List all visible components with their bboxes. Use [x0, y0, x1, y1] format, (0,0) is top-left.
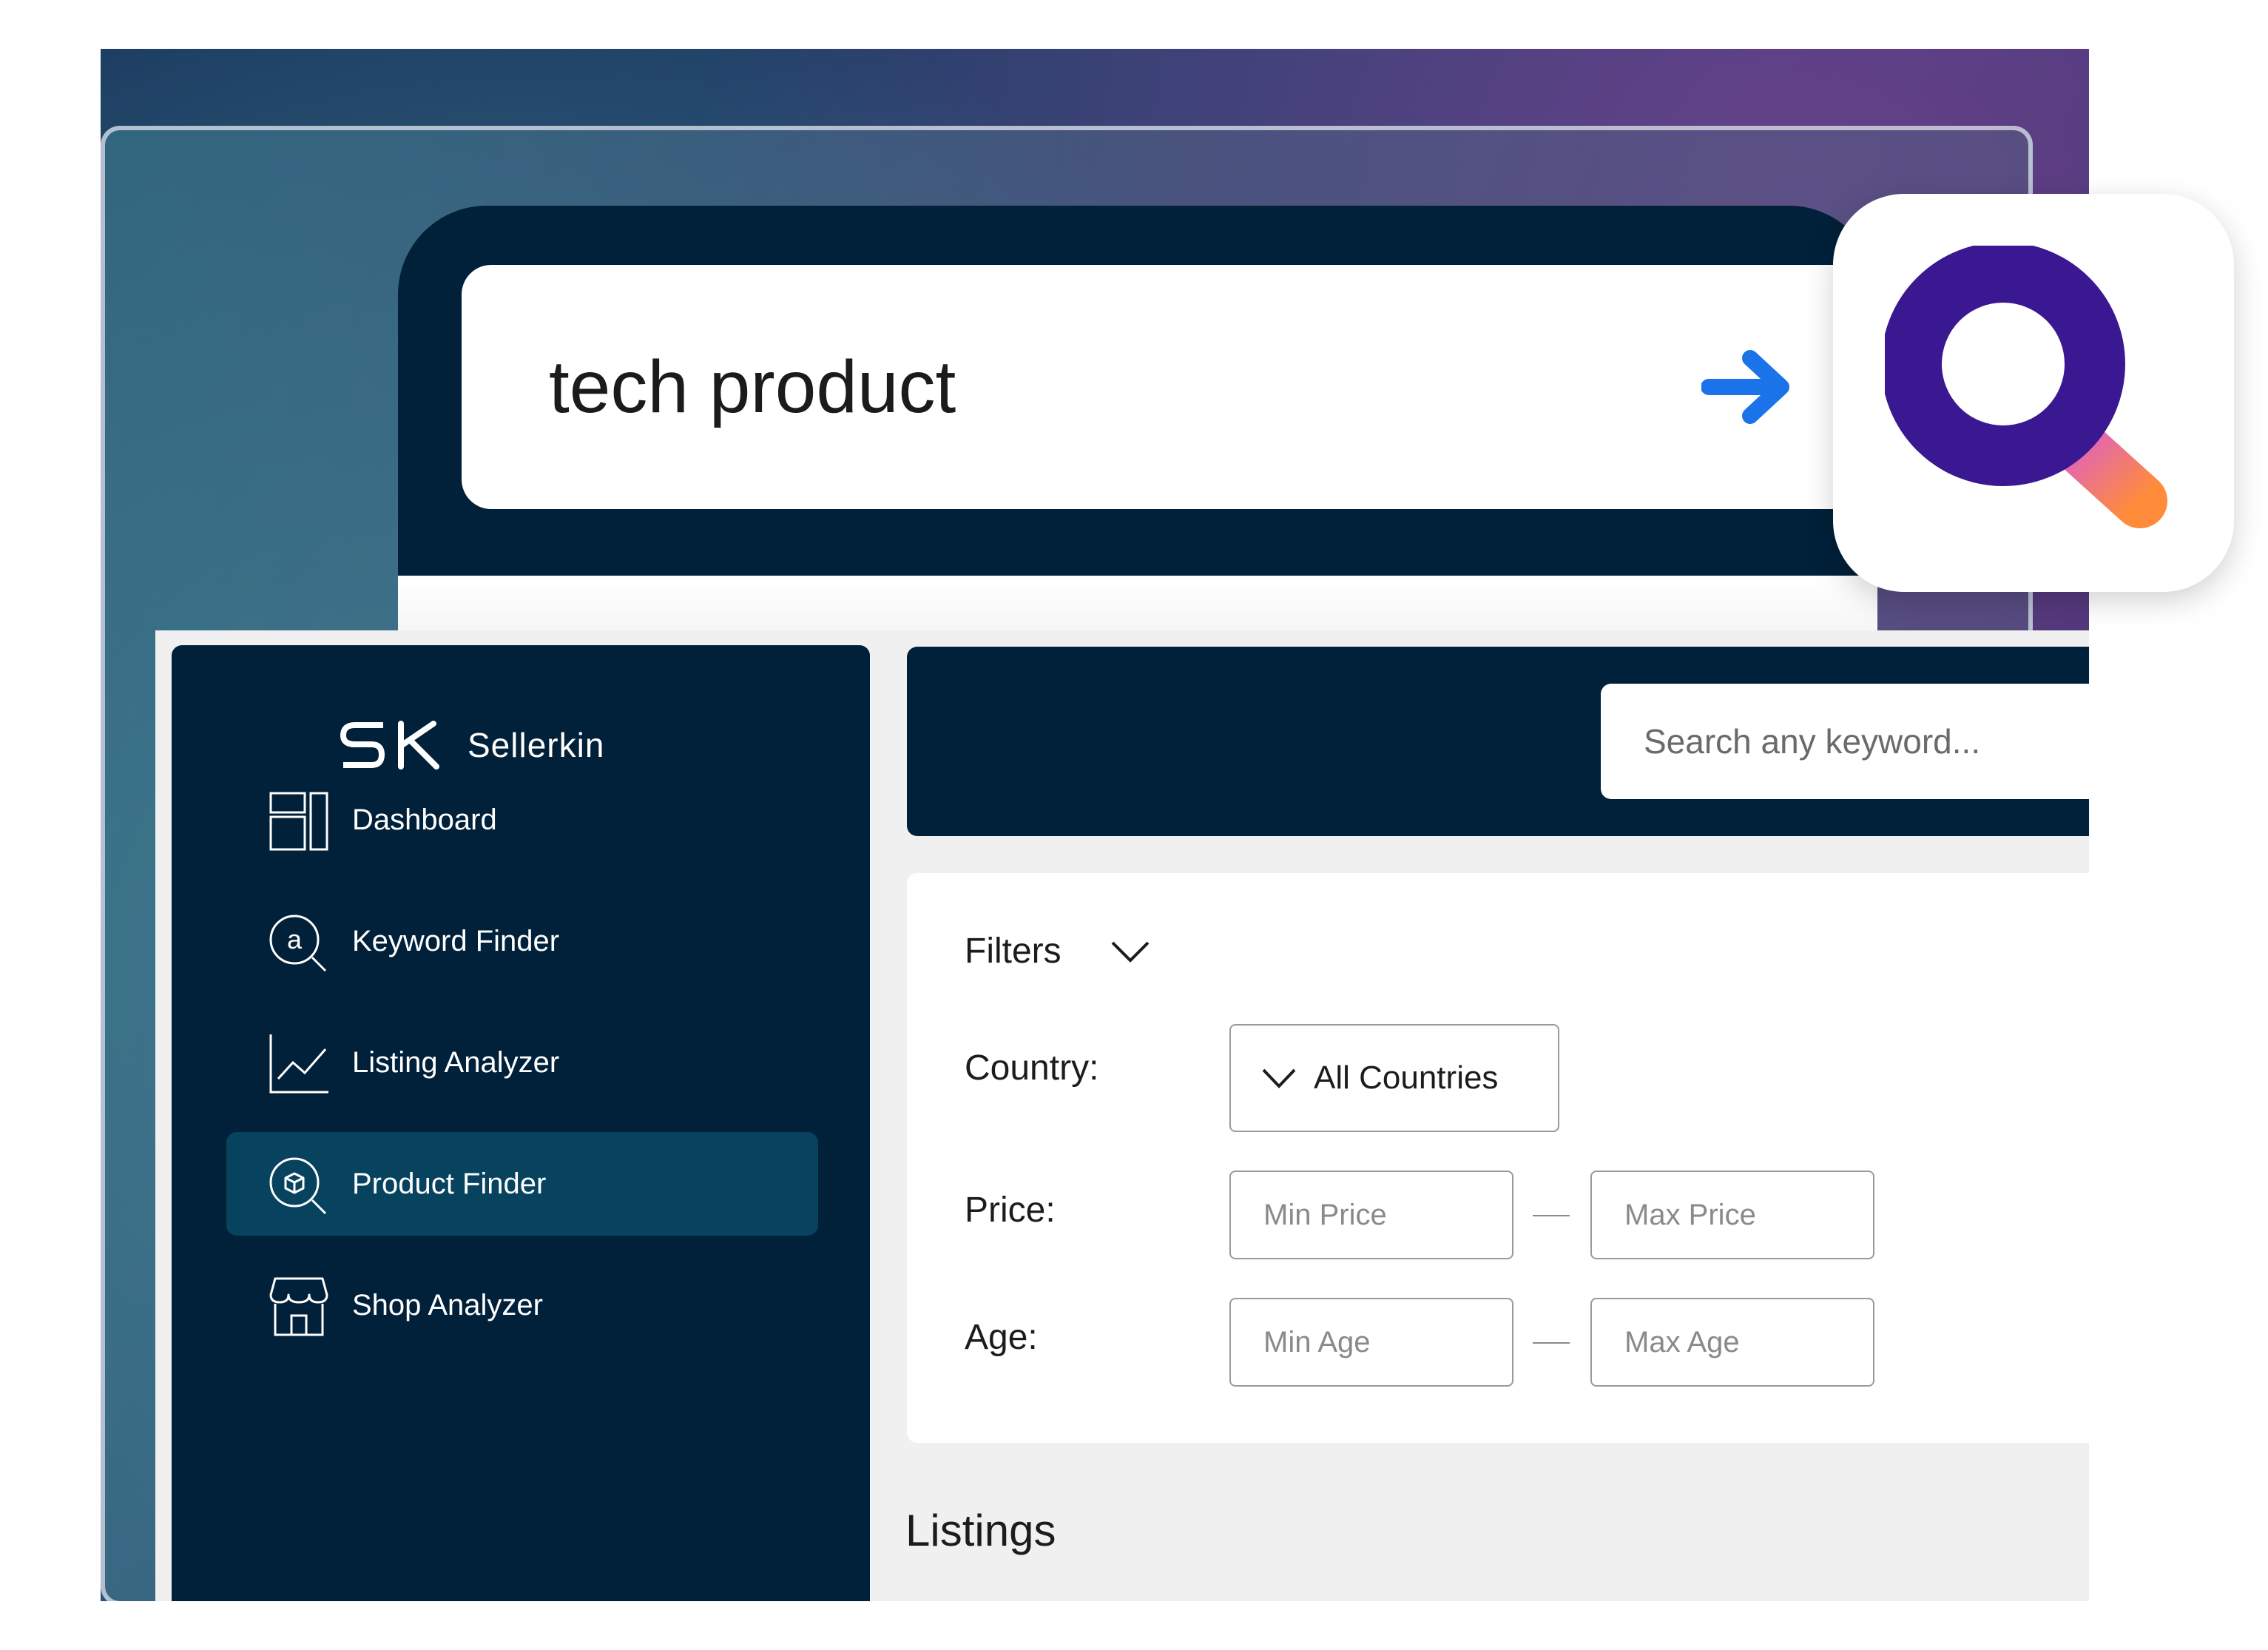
max-age-input[interactable] — [1590, 1298, 1874, 1387]
product-search-icon — [269, 1157, 327, 1215]
keyword-search-icon: a — [269, 915, 327, 972]
chevron-down-icon — [1262, 1068, 1296, 1088]
hero-search-query: tech product — [549, 346, 956, 428]
line-chart-icon — [269, 1034, 328, 1094]
sidebar: Sellerkin Dashboard a Keyword Finder Lis… — [172, 645, 870, 1601]
country-label: Country: — [965, 1048, 1099, 1088]
filters-title[interactable]: Filters — [965, 922, 1062, 981]
brand-name: Sellerkin — [468, 726, 605, 764]
range-separator — [1533, 1342, 1570, 1344]
shop-icon — [269, 1277, 328, 1336]
sidebar-item-label: Listing Analyzer — [352, 1046, 560, 1079]
sellerkin-logo-icon — [340, 721, 439, 770]
arrow-right-icon[interactable] — [1701, 348, 1798, 426]
chevron-down-icon[interactable] — [1110, 937, 1151, 966]
age-label: Age: — [965, 1318, 1038, 1357]
sidebar-item-dashboard[interactable]: Dashboard — [226, 768, 818, 872]
min-age-input[interactable] — [1229, 1298, 1513, 1387]
price-label: Price: — [965, 1191, 1056, 1230]
sidebar-item-label: Shop Analyzer — [352, 1289, 543, 1321]
keyword-search-input[interactable]: Search any keyword... — [1601, 684, 2089, 799]
sidebar-item-listing-analyzer[interactable]: Listing Analyzer — [226, 1011, 818, 1114]
filters-panel: Filters Country: All Countries Price: Ag… — [907, 873, 2089, 1443]
country-value: All Countries — [1314, 1060, 1499, 1096]
dashboard-icon — [269, 792, 328, 851]
sidebar-item-shop-analyzer[interactable]: Shop Analyzer — [226, 1253, 818, 1357]
top-bar: Search any keyword... — [907, 647, 2089, 836]
sidebar-item-label: Keyword Finder — [352, 925, 560, 957]
magnifier-icon — [1885, 246, 2167, 528]
app-window: Sellerkin Dashboard a Keyword Finder Lis… — [155, 630, 2089, 1601]
min-price-input[interactable] — [1229, 1171, 1513, 1259]
sidebar-item-label: Dashboard — [352, 804, 497, 836]
max-price-input[interactable] — [1590, 1171, 1874, 1259]
country-select[interactable]: All Countries — [1229, 1024, 1559, 1132]
sidebar-item-keyword-finder[interactable]: a Keyword Finder — [226, 889, 818, 993]
range-separator — [1533, 1215, 1570, 1216]
sidebar-item-product-finder[interactable]: Product Finder — [226, 1132, 818, 1236]
listings-title: Listings — [905, 1506, 1056, 1555]
sidebar-item-label: Product Finder — [352, 1168, 547, 1200]
hero-search-input[interactable]: tech product — [462, 265, 1877, 509]
app-icon — [1833, 194, 2234, 592]
svg-text:a: a — [287, 924, 303, 954]
